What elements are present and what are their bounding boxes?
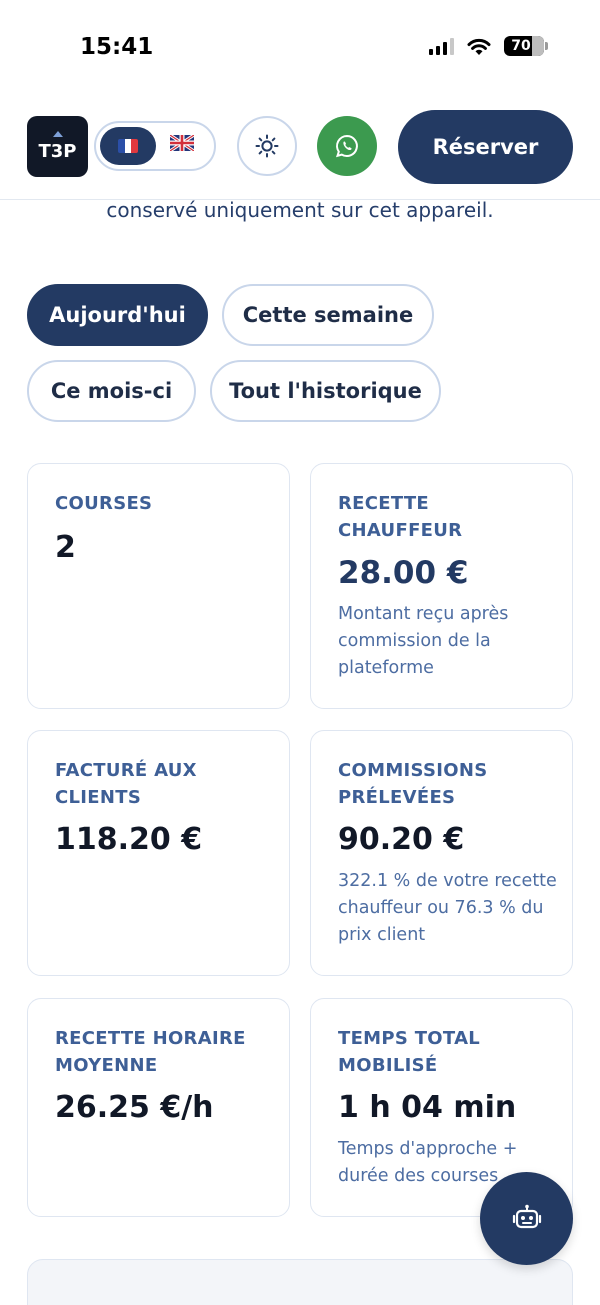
logo-text: T3P: [38, 141, 77, 162]
filter-all-history-chip[interactable]: Tout l'historique: [210, 360, 441, 422]
language-toggle[interactable]: [94, 121, 216, 171]
stat-label-courses: COURSES: [55, 493, 153, 514]
stat-label-recette-chauffeur: RECETTE CHAUFFEUR: [338, 493, 463, 541]
status-bar: 15:41 70: [0, 0, 600, 96]
battery-level: 70: [511, 38, 531, 54]
whatsapp-button[interactable]: [317, 116, 377, 176]
theme-toggle-button[interactable]: [237, 116, 297, 176]
stat-card-commissions: COMMISSIONS PRÉLEVÉES 90.20 € 322.1 % de…: [310, 730, 573, 976]
stat-value-commissions: 90.20 €: [338, 822, 465, 857]
filter-week-chip[interactable]: Cette semaine: [222, 284, 434, 346]
wifi-icon: [467, 38, 491, 55]
stat-label-recette-horaire: RECETTE HORAIRE MOYENNE: [55, 1028, 246, 1076]
stat-value-temps-total: 1 h 04 min: [338, 1090, 517, 1125]
stat-label-temps-total: TEMPS TOTAL MOBILISÉ: [338, 1028, 481, 1076]
filter-today-chip[interactable]: Aujourd'hui: [27, 284, 208, 346]
assistant-bot-button[interactable]: [480, 1172, 573, 1265]
whatsapp-icon: [335, 134, 358, 158]
status-icons: 70: [429, 36, 548, 56]
stat-label-commissions: COMMISSIONS PRÉLEVÉES: [338, 760, 488, 808]
robot-icon: [512, 1204, 541, 1228]
stat-value-recette-horaire: 26.25 €/h: [55, 1090, 214, 1125]
stat-card-facture-clients: FACTURÉ AUX CLIENTS 118.20 €: [27, 730, 290, 976]
flag-fr-icon: [118, 139, 138, 153]
storage-note: conservé uniquement sur cet appareil.: [106, 198, 494, 222]
sun-icon: [255, 134, 279, 158]
stat-card-recette-chauffeur: RECETTE CHAUFFEUR 28.00 € Montant reçu a…: [310, 463, 573, 709]
reserve-button[interactable]: Réserver: [398, 110, 573, 184]
stat-note-commissions: 322.1 % de votre recette chauffeur ou 76…: [338, 871, 557, 945]
stat-card-recette-horaire: RECETTE HORAIRE MOYENNE 26.25 €/h: [27, 998, 290, 1217]
battery-icon: 70: [504, 36, 548, 56]
stat-value-recette-chauffeur: 28.00 €: [338, 555, 469, 591]
filter-month-chip[interactable]: Ce mois-ci: [27, 360, 196, 422]
status-time: 15:41: [80, 34, 154, 60]
app-header: T3P Réserver: [0, 96, 600, 200]
stat-note-recette-chauffeur: Montant reçu après commission de la plat…: [338, 604, 509, 678]
next-section-card: [27, 1259, 573, 1305]
lang-fr-button[interactable]: [100, 127, 156, 165]
logo-caret-icon: [52, 131, 63, 137]
flag-uk-icon[interactable]: [170, 135, 194, 151]
stat-value-courses: 2: [55, 530, 76, 565]
app-logo[interactable]: T3P: [27, 116, 88, 177]
stat-value-facture-clients: 118.20 €: [55, 822, 203, 857]
stat-card-courses: COURSES 2: [27, 463, 290, 709]
stat-label-facture-clients: FACTURÉ AUX CLIENTS: [55, 760, 197, 808]
signal-icon: [429, 37, 454, 55]
